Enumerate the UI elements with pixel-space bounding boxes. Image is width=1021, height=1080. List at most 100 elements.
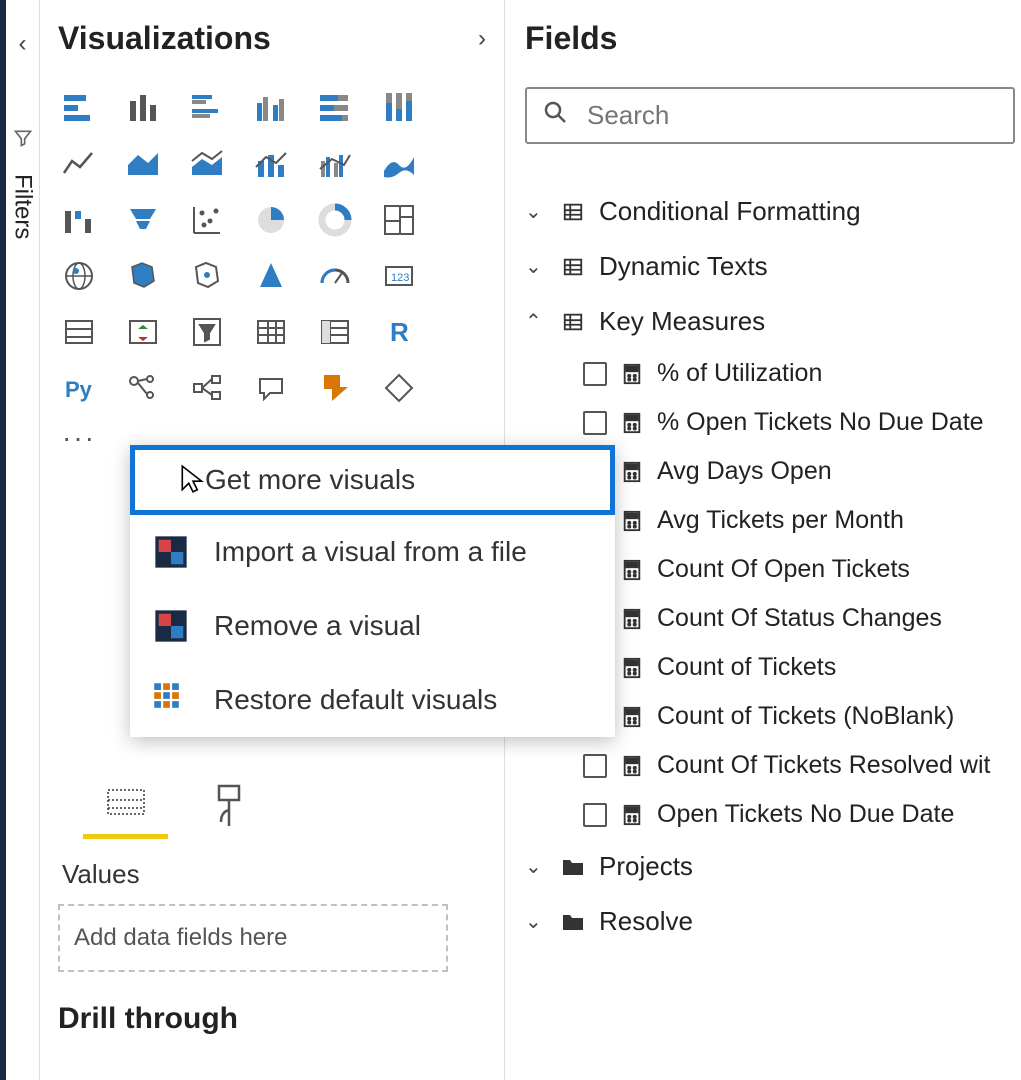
gauge-icon[interactable]	[314, 255, 356, 297]
pie-icon[interactable]	[250, 199, 292, 241]
folder-icon	[561, 856, 585, 878]
table-icon	[561, 311, 585, 333]
custom-visual-icon[interactable]	[378, 367, 420, 409]
format-tab[interactable]	[203, 782, 258, 839]
power-apps-icon[interactable]	[314, 367, 356, 409]
treemap-icon[interactable]	[378, 199, 420, 241]
measure-label: Count Of Open Tickets	[657, 555, 910, 584]
scatter-icon[interactable]	[186, 199, 228, 241]
clustered-bar-icon[interactable]	[250, 87, 292, 129]
measure-item[interactable]: % Open Tickets No Due Date	[583, 398, 1021, 447]
python-visual-icon[interactable]: Py	[58, 367, 100, 409]
import-visual-from-file-item[interactable]: Import a visual from a file	[130, 515, 615, 589]
filters-rail-label[interactable]: Filters	[9, 174, 37, 239]
table-row[interactable]: ⌄Projects	[525, 839, 1021, 894]
matrix-icon[interactable]	[314, 311, 356, 353]
table-icon	[561, 201, 585, 223]
stacked-bar-icon[interactable]	[122, 87, 164, 129]
funnel-icon[interactable]	[122, 199, 164, 241]
measure-label: % of Utilization	[657, 359, 822, 388]
card-icon[interactable]: 123	[378, 255, 420, 297]
stacked-area-chart-icon[interactable]	[186, 143, 228, 185]
area-chart-icon[interactable]	[122, 143, 164, 185]
measure-label: Avg Days Open	[657, 457, 832, 486]
key-influencers-icon[interactable]	[122, 367, 164, 409]
menu-item-label: Restore default visuals	[214, 684, 497, 716]
measure-label: Count Of Status Changes	[657, 604, 942, 633]
checkbox[interactable]	[583, 754, 607, 778]
collapse-viz-pane-icon[interactable]: ›	[478, 25, 486, 53]
table-row[interactable]: ⌄ Conditional Formatting	[525, 184, 1021, 239]
100-stacked-bar-icon[interactable]	[378, 87, 420, 129]
more-visuals-ellipsis[interactable]: ···	[58, 422, 100, 454]
line-stacked-column-icon[interactable]	[250, 143, 292, 185]
100-stacked-bar-horizontal-icon[interactable]	[314, 87, 356, 129]
svg-text:Py: Py	[65, 377, 93, 402]
filled-map-icon[interactable]	[122, 255, 164, 297]
donut-icon[interactable]	[314, 199, 356, 241]
decomposition-tree-icon[interactable]	[186, 367, 228, 409]
measure-item[interactable]: Count of Tickets (NoBlank)	[583, 692, 1021, 741]
measure-calculator-icon	[621, 706, 643, 728]
table-row[interactable]: ⌄Resolve	[525, 894, 1021, 949]
qna-icon[interactable]	[250, 367, 292, 409]
get-more-visuals-item[interactable]: Get more visuals	[130, 445, 615, 515]
expand-filters-icon[interactable]: ‹	[19, 30, 27, 58]
map-icon[interactable]	[58, 255, 100, 297]
stacked-bar-horizontal-icon[interactable]	[58, 87, 100, 129]
line-clustered-column-icon[interactable]	[314, 143, 356, 185]
visualizations-title: Visualizations	[58, 20, 271, 57]
waterfall-icon[interactable]	[58, 199, 100, 241]
table-name-label: Projects	[599, 851, 693, 882]
measure-item[interactable]: Count of Tickets	[583, 643, 1021, 692]
slicer-icon[interactable]	[186, 311, 228, 353]
checkbox[interactable]	[583, 803, 607, 827]
svg-text:R: R	[390, 317, 409, 347]
fields-tab[interactable]	[98, 782, 153, 839]
table-name-label: Dynamic Texts	[599, 251, 768, 282]
visual-config-tabs	[58, 782, 486, 839]
measure-calculator-icon	[621, 461, 643, 483]
visualization-picker: 123 R Py	[58, 87, 486, 417]
measure-calculator-icon	[621, 804, 643, 826]
drill-through-label: Drill through	[58, 1002, 486, 1036]
table-icon[interactable]	[250, 311, 292, 353]
r-visual-icon[interactable]: R	[378, 311, 420, 353]
kpi-icon[interactable]	[122, 311, 164, 353]
visualizations-pane: Visualizations › 123	[40, 0, 505, 1080]
table-name-label: Conditional Formatting	[599, 196, 861, 227]
shape-map-icon[interactable]	[186, 255, 228, 297]
checkbox[interactable]	[583, 362, 607, 386]
search-icon	[543, 100, 567, 131]
measure-calculator-icon	[621, 559, 643, 581]
chevron-down-icon: ⌄	[525, 254, 547, 279]
values-drop-zone[interactable]: Add data fields here	[58, 904, 448, 972]
measure-item[interactable]: Open Tickets No Due Date	[583, 790, 1021, 839]
visual-grid-icon	[152, 681, 190, 719]
measure-item[interactable]: Avg Days Open	[583, 447, 1021, 496]
line-chart-icon[interactable]	[58, 143, 100, 185]
clustered-bar-horizontal-icon[interactable]	[186, 87, 228, 129]
search-input[interactable]	[585, 99, 997, 132]
checkbox[interactable]	[583, 411, 607, 435]
fields-search-box[interactable]	[525, 87, 1015, 144]
remove-visual-item[interactable]: Remove a visual	[130, 589, 615, 663]
menu-item-label: Get more visuals	[155, 464, 415, 496]
funnel-icon	[13, 128, 33, 154]
measure-item[interactable]: Count Of Open Tickets	[583, 545, 1021, 594]
multi-card-icon[interactable]	[58, 311, 100, 353]
chevron-down-icon: ⌄	[525, 199, 547, 224]
measure-item[interactable]: Count Of Tickets Resolved wit	[583, 741, 1021, 790]
table-row[interactable]: ⌄ Dynamic Texts	[525, 239, 1021, 294]
measure-calculator-icon	[621, 657, 643, 679]
measure-item[interactable]: % of Utilization	[583, 349, 1021, 398]
chevron-up-icon: ⌃	[525, 309, 547, 334]
ribbon-chart-icon[interactable]	[378, 143, 420, 185]
arcgis-icon[interactable]	[250, 255, 292, 297]
measure-label: Open Tickets No Due Date	[657, 800, 954, 829]
measure-item[interactable]: Count Of Status Changes	[583, 594, 1021, 643]
table-name-label: Resolve	[599, 906, 693, 937]
table-row[interactable]: ⌃Key Measures	[525, 294, 1021, 349]
measure-item[interactable]: Avg Tickets per Month	[583, 496, 1021, 545]
restore-default-visuals-item[interactable]: Restore default visuals	[130, 663, 615, 737]
